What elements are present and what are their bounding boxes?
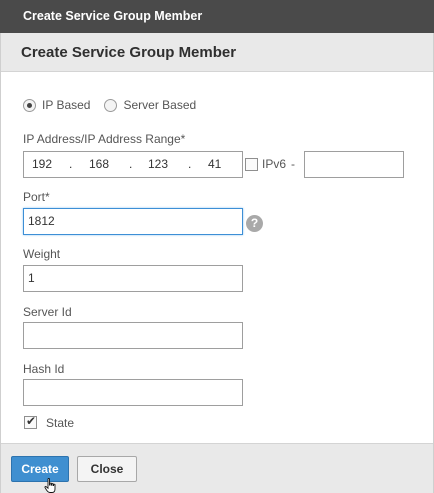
ip-octet-3[interactable]: 123 <box>148 152 168 177</box>
ip-octet-4[interactable]: 41 <box>208 152 221 177</box>
server-based-label[interactable]: Server Based <box>123 98 196 112</box>
state-label: State <box>46 416 75 430</box>
hand-pointer-icon <box>44 478 56 493</box>
server-id-label: Server Id <box>23 305 72 319</box>
weight-input[interactable]: 1 <box>23 265 243 292</box>
hash-id-label: Hash Id <box>23 362 65 376</box>
ip-address-label: IP Address/IP Address Range* <box>23 132 186 146</box>
ip-dot-separator: . <box>188 157 192 171</box>
close-button[interactable]: Close <box>77 456 137 482</box>
ipv6-checkbox[interactable] <box>245 158 258 171</box>
dialog-footer: Create Close <box>1 443 433 493</box>
hash-id-input[interactable] <box>23 379 243 406</box>
window-title: Create Service Group Member <box>0 0 434 33</box>
ip-based-label[interactable]: IP Based <box>42 98 90 112</box>
weight-label: Weight <box>23 247 61 261</box>
ip-based-radio[interactable] <box>23 98 36 112</box>
port-input[interactable]: 1812 <box>23 208 243 235</box>
ip-octet-2[interactable]: 168 <box>89 152 109 177</box>
ip-dot-separator: . <box>129 157 133 171</box>
member-type-radio-group: IP Based Server Based <box>23 97 210 113</box>
ip-address-input[interactable]: 192 . 168 . 123 . 41 <box>23 151 243 178</box>
ip-range-end-input[interactable] <box>304 151 404 178</box>
create-service-group-member-dialog: Create Service Group Member IP Based Ser… <box>0 33 434 493</box>
ipv6-label: IPv6 <box>262 157 287 171</box>
help-icon[interactable]: ? <box>246 215 263 232</box>
create-button[interactable]: Create <box>11 456 69 482</box>
ip-dot-separator: . <box>69 157 73 171</box>
ip-octet-1[interactable]: 192 <box>32 152 52 177</box>
ip-range-separator: - <box>291 157 295 171</box>
server-based-radio[interactable] <box>104 98 118 112</box>
server-id-input[interactable] <box>23 322 243 349</box>
port-label: Port* <box>23 190 50 204</box>
state-checkbox[interactable] <box>24 414 37 429</box>
dialog-title: Create Service Group Member <box>21 44 237 61</box>
dialog-header: Create Service Group Member <box>1 33 433 72</box>
